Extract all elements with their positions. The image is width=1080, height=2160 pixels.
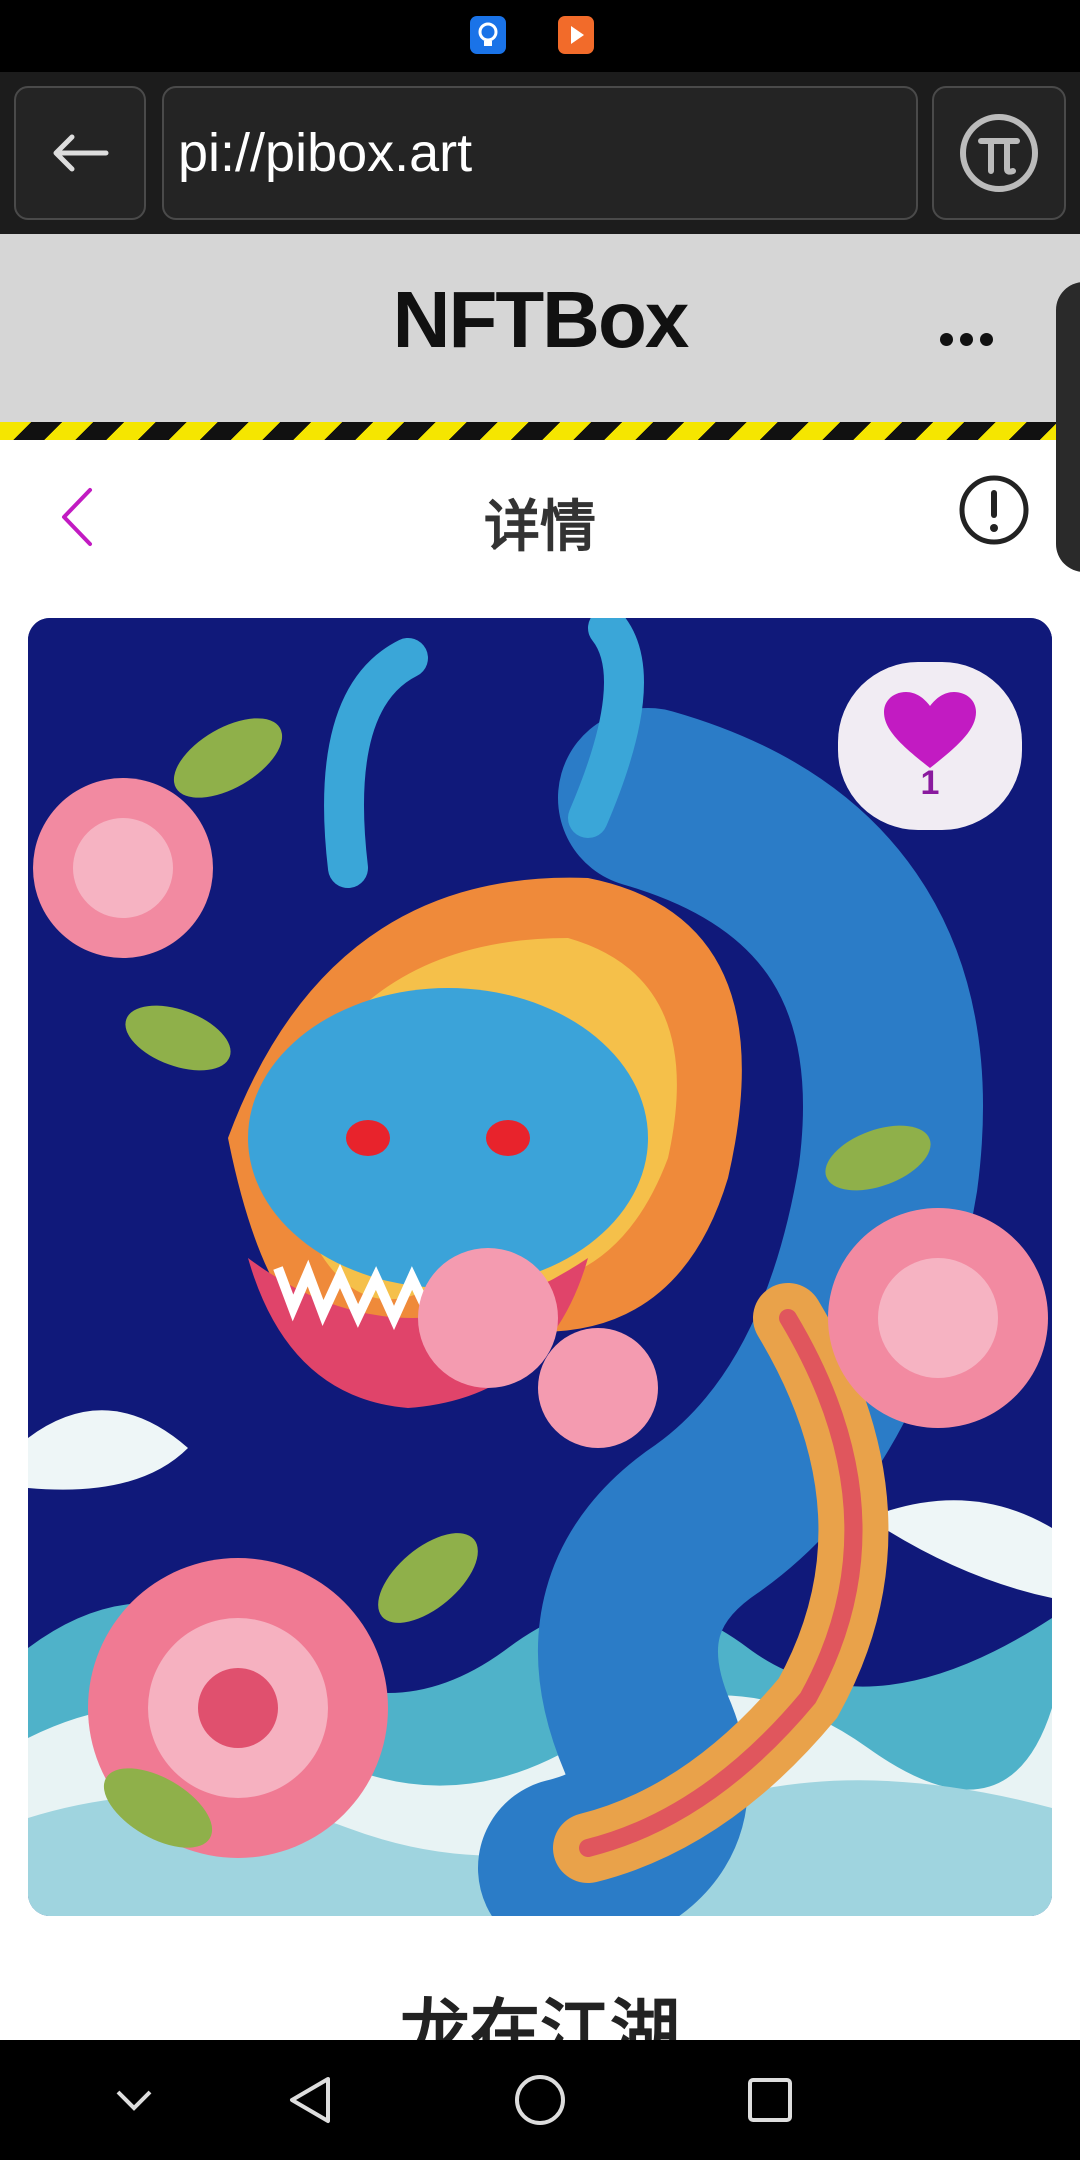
page-title: 详情 [484, 495, 596, 558]
back-triangle-icon [290, 2077, 330, 2123]
more-dots-icon [940, 332, 953, 346]
browser-toolbar: pi://pibox.art [0, 72, 1080, 234]
nav-back-button[interactable] [280, 2070, 340, 2130]
url-text: pi://pibox.art [178, 123, 473, 183]
status-bar [0, 0, 1080, 72]
like-button[interactable]: 1 [838, 662, 1022, 830]
recents-square-icon [748, 2078, 792, 2122]
play-app-icon [558, 16, 594, 54]
pi-logo-icon [960, 114, 1038, 192]
system-nav-bar [0, 2040, 1080, 2160]
app-title: NFTBox [392, 275, 690, 364]
nav-recents-button[interactable] [740, 2070, 800, 2130]
like-count: 1 [920, 763, 940, 802]
arrow-left-icon [53, 134, 109, 172]
hazard-stripe-divider [0, 422, 1080, 440]
bulb-app-icon [470, 16, 506, 54]
chevron-left-icon [62, 488, 92, 546]
browser-back-button[interactable] [14, 86, 146, 220]
detail-back-button[interactable] [56, 482, 106, 552]
collapse-icon [116, 2090, 152, 2111]
more-menu-button[interactable] [940, 324, 1000, 354]
nav-home-button[interactable] [510, 2070, 570, 2130]
info-circle-icon [959, 475, 1029, 545]
report-info-button[interactable] [958, 474, 1030, 546]
pi-menu-button[interactable] [932, 86, 1066, 220]
url-bar[interactable]: pi://pibox.art [162, 86, 918, 220]
home-circle-icon [515, 2075, 565, 2125]
app-header: NFTBox [0, 234, 1080, 422]
heart-icon [884, 691, 976, 768]
collapse-button[interactable] [104, 2070, 164, 2130]
